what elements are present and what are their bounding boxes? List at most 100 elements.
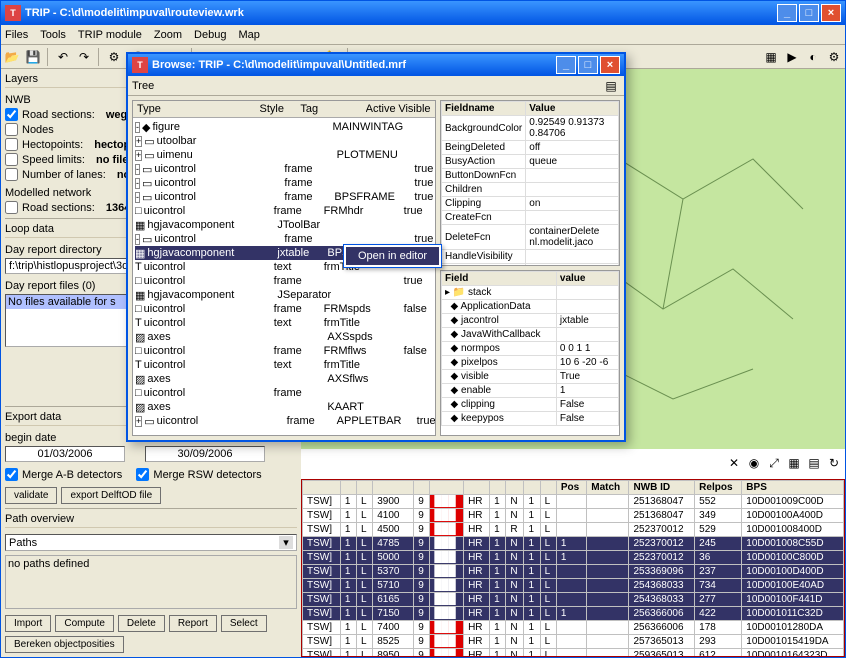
hecto-check[interactable] xyxy=(5,138,18,151)
flag-icon[interactable]: ▶ xyxy=(783,48,801,66)
table-row[interactable]: TSW]1L61659███HR1N1L25436803327710D00100… xyxy=(303,593,844,607)
bereken-button[interactable]: Bereken objectposities xyxy=(5,636,124,653)
menu-debug[interactable]: Debug xyxy=(194,29,226,41)
tree-row[interactable]: +▭uimenuPLOTMENUon xyxy=(135,148,433,162)
road-sections-check[interactable] xyxy=(5,108,18,121)
road2-check[interactable] xyxy=(5,201,18,214)
export-button[interactable]: export DelftOD file xyxy=(61,487,161,504)
tree-row[interactable]: -▭uicontrolframetrueoff xyxy=(135,162,433,176)
tree-toggle-icon[interactable]: - xyxy=(135,178,140,189)
node-name: uicontrol xyxy=(144,317,274,329)
data-table[interactable]: PosMatchNWB IDRelposBPSTSW]1L39009███HR1… xyxy=(301,479,845,657)
tree-row[interactable]: -◆figureMAINWINTAGon xyxy=(135,120,433,134)
browse-min-button[interactable]: _ xyxy=(556,56,576,74)
tree-row[interactable]: -▭uicontrolframetrueoff xyxy=(135,176,433,190)
table-row[interactable]: TSW]1L53709███HR1N1L25336909623710D00100… xyxy=(303,565,844,579)
stack-table[interactable]: Fieldvalue▸ 📁 stack ◆ ApplicationData ◆ … xyxy=(440,270,620,436)
tree-toggle-icon[interactable]: + xyxy=(135,416,142,427)
table-row[interactable]: TSW]1L71509███HR1N1L125636600642210D0010… xyxy=(303,607,844,621)
tree-row[interactable]: ▨axesKAARToff xyxy=(135,400,433,414)
zoom-in-icon[interactable]: ⚙ xyxy=(105,48,123,66)
tree-row[interactable]: TuicontroltextfrmTitleoff xyxy=(135,358,433,372)
tree-row[interactable]: TuicontroltextfrmTitleoff xyxy=(135,316,433,330)
map-tool2-icon[interactable]: ◉ xyxy=(745,454,763,472)
globe-icon[interactable]: ◐ xyxy=(804,48,822,66)
open-in-editor-item[interactable]: Open in editor xyxy=(346,247,439,265)
tree-row[interactable]: +▭utoolbaron xyxy=(135,134,433,148)
compute-button[interactable]: Compute xyxy=(55,615,114,632)
table-row[interactable]: TSW]1L47859███HR1N1L125237001224510D0010… xyxy=(303,537,844,551)
speed-check[interactable] xyxy=(5,153,18,166)
menu-zoom[interactable]: Zoom xyxy=(154,29,182,41)
table-row[interactable]: TSW]1L74009███HR1N1L25636600617810D00101… xyxy=(303,621,844,635)
nodes-check[interactable] xyxy=(5,123,18,136)
map-refresh-icon[interactable]: ↻ xyxy=(825,454,843,472)
browse-menu-tree[interactable]: Tree xyxy=(132,80,154,92)
tree-row[interactable]: □uicontrolframeoff xyxy=(135,386,433,400)
minimize-button[interactable]: _ xyxy=(777,4,797,22)
select-button[interactable]: Select xyxy=(221,615,267,632)
maximize-button[interactable]: □ xyxy=(799,4,819,22)
table-row[interactable]: TSW]1L50009███HR1N1L12523700123610D00100… xyxy=(303,551,844,565)
table-row[interactable]: TSW]1L39009███HR1N1L25136804755210D00100… xyxy=(303,495,844,509)
gear-icon[interactable]: ⚙ xyxy=(825,48,843,66)
browse-tool-icon[interactable]: ▤ xyxy=(602,77,620,95)
browse-close-button[interactable]: × xyxy=(600,56,620,74)
merge-ab-check[interactable] xyxy=(5,468,18,481)
undo-icon[interactable]: ↶ xyxy=(54,48,72,66)
table-row[interactable]: TSW]1L57109███HR1N1L25436803373410D00100… xyxy=(303,579,844,593)
map-tool3-icon[interactable]: ⤢ xyxy=(765,454,783,472)
paths-box: no paths defined xyxy=(5,555,297,609)
end-date[interactable] xyxy=(145,446,265,462)
main-titlebar[interactable]: T TRIP - C:\d\modelit\impuval\routeview.… xyxy=(1,1,845,25)
tree-row[interactable]: □uicontrolframeFRMflwsfalseoff xyxy=(135,344,433,358)
tree-row[interactable]: □uicontrolframetrueoff xyxy=(135,274,433,288)
tree-row[interactable]: ▨axesAXSflwsoff xyxy=(135,372,433,386)
tree-panel[interactable]: Type Style Tag Active Visible -◆figureMA… xyxy=(132,100,436,436)
tree-row[interactable]: ▦hgjavacomponentJSeparatoroff xyxy=(135,288,433,302)
menu-trip[interactable]: TRIP module xyxy=(78,29,142,41)
lanes-check[interactable] xyxy=(5,168,18,181)
layout-icon[interactable]: ▦ xyxy=(762,48,780,66)
tree-row[interactable]: +▭uicontrolframeAPPLETBARtrueoff xyxy=(135,414,433,428)
map-tool1-icon[interactable]: ✕ xyxy=(725,454,743,472)
menu-files[interactable]: Files xyxy=(5,29,28,41)
node-icon: □ xyxy=(135,275,142,287)
tree-row[interactable]: □uicontrolframeFRMhdrtrueoff xyxy=(135,204,433,218)
tree-toggle-icon[interactable]: - xyxy=(135,122,140,133)
browse-titlebar[interactable]: T Browse: TRIP - C:\d\modelit\impuval\Un… xyxy=(128,54,624,76)
map-tool5-icon[interactable]: ▤ xyxy=(805,454,823,472)
table-row[interactable]: TSW]1L89509███HR1N1L25936501361210D00101… xyxy=(303,649,844,658)
begin-date[interactable] xyxy=(5,446,125,462)
browse-max-button[interactable]: □ xyxy=(578,56,598,74)
tree-toggle-icon[interactable]: + xyxy=(135,136,142,147)
report-button[interactable]: Report xyxy=(169,615,217,632)
redo-icon[interactable]: ↷ xyxy=(75,48,93,66)
tree-row[interactable]: -▭uicontrolframeBPSFRAMEtrueoff xyxy=(135,190,433,204)
close-button[interactable]: × xyxy=(821,4,841,22)
delete-button[interactable]: Delete xyxy=(118,615,165,632)
tree-row[interactable]: ▦hgjavacomponentJToolBaroff xyxy=(135,218,433,232)
table-row[interactable]: TSW]1L41009███HR1N1L25136804734910D00100… xyxy=(303,509,844,523)
browse-icon: T xyxy=(132,57,148,73)
menu-tools[interactable]: Tools xyxy=(40,29,66,41)
menu-map[interactable]: Map xyxy=(238,29,259,41)
tree-row[interactable]: □uicontrolframeFRMspdsfalseoff xyxy=(135,302,433,316)
import-button[interactable]: Import xyxy=(5,615,51,632)
merge-rsw-check[interactable] xyxy=(136,468,149,481)
tree-toggle-icon[interactable]: - xyxy=(135,192,140,203)
table-row[interactable]: TSW]1L85259███HR1N1L25736501329310D00101… xyxy=(303,635,844,649)
validate-button[interactable]: validate xyxy=(5,487,57,504)
fields-table[interactable]: FieldnameValueBackgroundColor0.92549 0.9… xyxy=(440,100,620,266)
tree-toggle-icon[interactable]: + xyxy=(135,150,142,161)
table-row[interactable]: TSW]1L45009███HR1R1L25237001252910D00100… xyxy=(303,523,844,537)
tree-toggle-icon[interactable]: - xyxy=(135,164,140,175)
merge-ab-label: Merge A-B detectors xyxy=(22,469,122,481)
map-tool4-icon[interactable]: ▦ xyxy=(785,454,803,472)
save-icon[interactable]: 💾 xyxy=(24,48,42,66)
browse-dialog: T Browse: TRIP - C:\d\modelit\impuval\Un… xyxy=(126,52,626,442)
tree-row[interactable]: ▨axesAXSspdsoff xyxy=(135,330,433,344)
tree-toggle-icon[interactable]: - xyxy=(135,234,140,245)
paths-combo[interactable]: Paths▾ xyxy=(5,534,297,551)
open-icon[interactable]: 📂 xyxy=(3,48,21,66)
